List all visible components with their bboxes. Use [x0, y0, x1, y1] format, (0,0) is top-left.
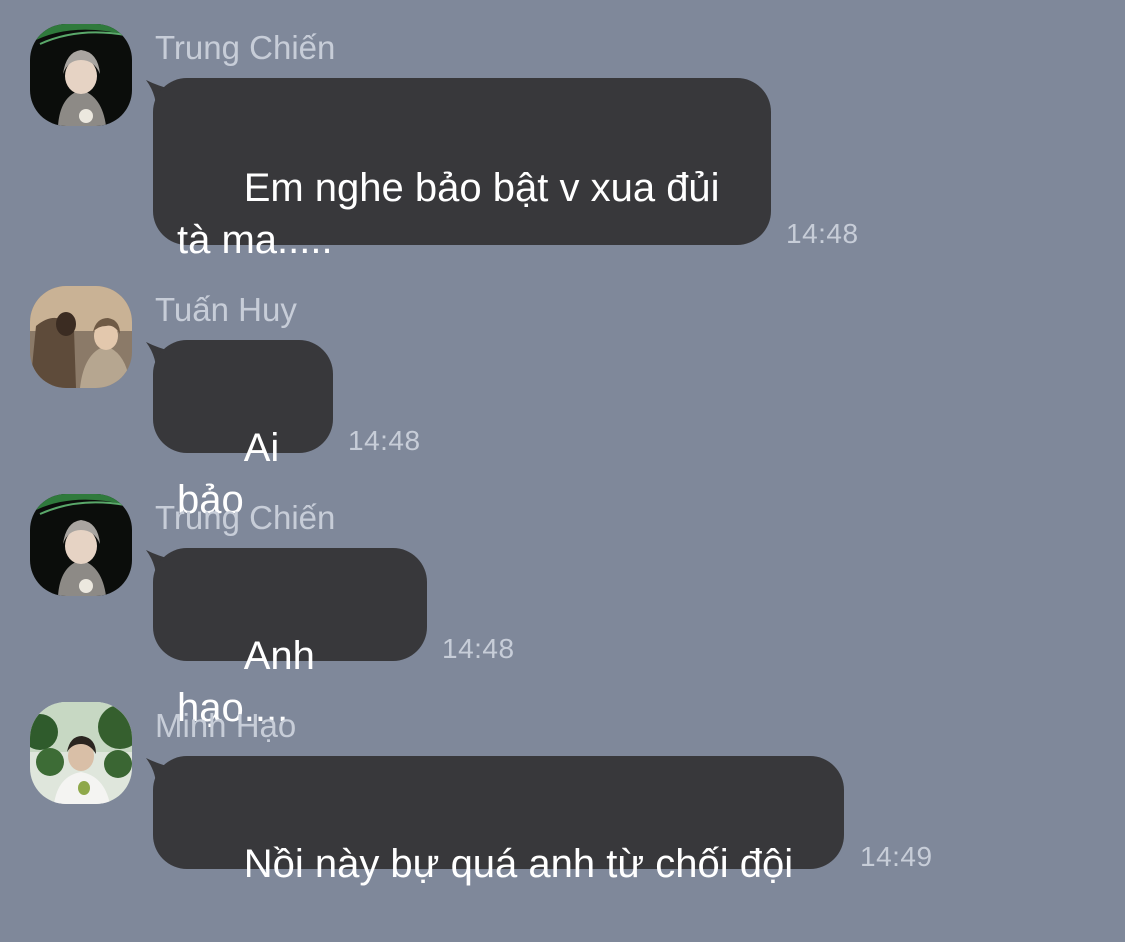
message-bubble[interactable]: Em nghe bảo bật v xua đủi tà ma..... [153, 78, 771, 262]
sender-name: Trung Chiến [155, 29, 336, 66]
message-text: Em nghe bảo bật v xua đủi tà ma..... [177, 166, 720, 262]
avatar[interactable] [30, 24, 132, 126]
message-timestamp: 14:49 [860, 841, 933, 872]
message-bubble[interactable]: Ai bảo [153, 340, 333, 522]
sender-name: Trung Chiến [155, 499, 336, 536]
message-timestamp: 14:48 [442, 633, 515, 664]
avatar-photo-icon [30, 286, 132, 388]
avatar[interactable] [30, 494, 132, 596]
message-bubble[interactable]: Anh hạo.... [153, 548, 427, 730]
avatar-photo-icon [30, 24, 132, 126]
avatar[interactable] [30, 286, 132, 388]
message-timestamp: 14:48 [348, 425, 421, 456]
sender-name: Minh Hạo [155, 707, 297, 744]
chat-message-list[interactable]: Trung Chiến Em nghe bảo bật v xua đủi tà… [0, 0, 1125, 886]
avatar-photo-icon [30, 702, 132, 804]
avatar-photo-icon [30, 494, 132, 596]
avatar[interactable] [30, 702, 132, 804]
message-text: Nồi này bự quá anh từ chối đội [243, 842, 794, 886]
sender-name: Tuấn Huy [155, 291, 297, 328]
message-bubble[interactable]: Nồi này bự quá anh từ chối đội [153, 756, 844, 886]
message-timestamp: 14:48 [786, 218, 859, 249]
